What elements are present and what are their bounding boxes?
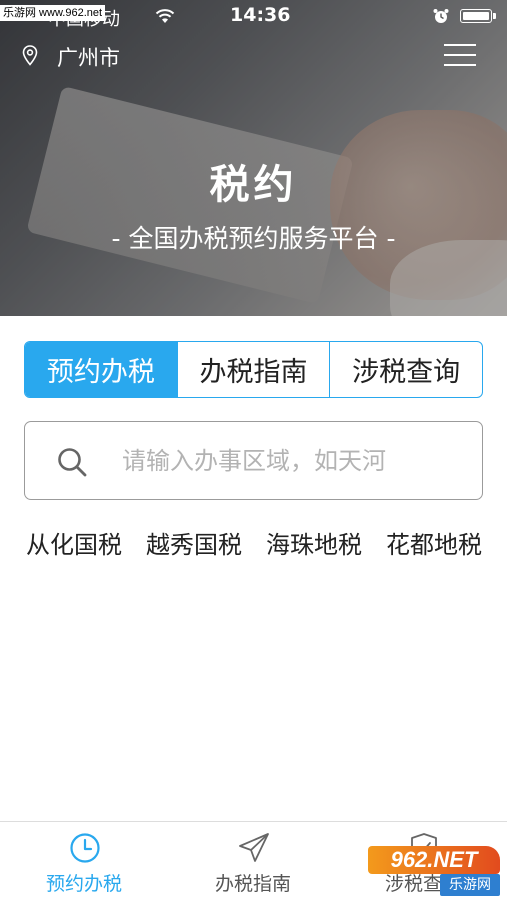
battery-icon	[460, 9, 496, 23]
quick-link-conghua[interactable]: 从化国税	[26, 525, 122, 560]
location-pin-icon[interactable]	[22, 45, 38, 66]
quick-link-yuexiu[interactable]: 越秀国税	[146, 525, 242, 560]
tab-guide[interactable]: 办税指南	[176, 342, 330, 397]
hero-banner: 中国移动 14:36 乐游网 www.962.net 广州市 税约 - 全国办税…	[0, 0, 507, 316]
app-title: 税约	[209, 162, 298, 208]
clock-icon	[70, 833, 100, 863]
segment-tabs: 预约办税 办税指南 涉税查询	[24, 341, 483, 398]
quick-link-huadu[interactable]: 花都地税	[386, 525, 482, 560]
status-time: 14:36	[230, 4, 291, 26]
search-box[interactable]	[24, 421, 483, 500]
watermark-top: 乐游网 www.962.net	[0, 5, 106, 21]
app-subtitle: - 全国办税预约服务平台 -	[111, 224, 396, 253]
alarm-icon	[433, 9, 449, 23]
watermark-logo: 962.NET 乐游网	[368, 846, 500, 896]
tab-appointment[interactable]: 预约办税	[25, 342, 177, 397]
search-icon	[58, 448, 87, 477]
quick-link-haizhu[interactable]: 海珠地税	[266, 525, 362, 560]
tab-query[interactable]: 涉税查询	[329, 342, 482, 397]
nav-item-appointment[interactable]: 预约办税	[14, 822, 154, 901]
watermark-badge: 962.NET	[368, 846, 500, 874]
quick-links: 从化国税 越秀国税 海珠地税 花都地税	[26, 522, 482, 562]
city-selector[interactable]: 广州市	[57, 42, 120, 72]
search-input[interactable]	[120, 440, 464, 482]
watermark-site: 乐游网	[440, 874, 500, 896]
nav-label: 办税指南	[214, 873, 291, 895]
nav-label: 预约办税	[45, 873, 122, 895]
paper-plane-icon	[239, 833, 269, 862]
menu-button[interactable]	[444, 42, 476, 68]
nav-item-guide[interactable]: 办税指南	[183, 822, 323, 901]
wifi-icon	[155, 9, 175, 23]
